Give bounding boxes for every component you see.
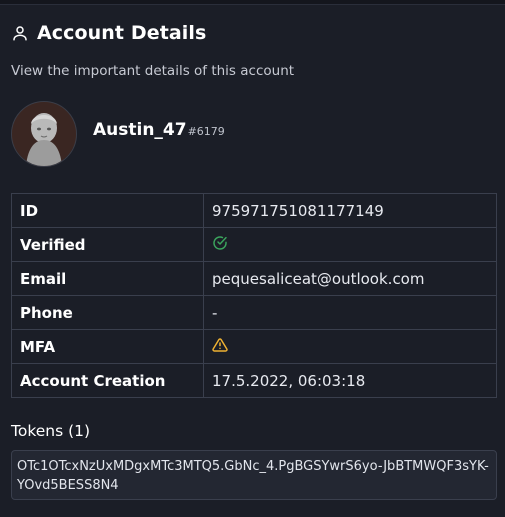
table-row: ID 975971751081177149	[11, 193, 497, 228]
row-key: Email	[11, 261, 204, 296]
row-value: 975971751081177149	[203, 193, 497, 228]
header: Account Details	[11, 22, 206, 44]
table-row: Account Creation 17.5.2022, 06:03:18	[11, 363, 497, 398]
row-value: -	[203, 295, 497, 330]
table-row: MFA	[11, 329, 497, 364]
row-value	[203, 227, 497, 262]
top-edge	[0, 0, 505, 5]
page-subtitle: View the important details of this accou…	[11, 63, 295, 79]
row-key: Verified	[11, 227, 204, 262]
row-key: Account Creation	[11, 363, 204, 398]
row-key: Phone	[11, 295, 204, 330]
token-value[interactable]: OTc1OTcxNzUxMDgxMTc3MTQ5.GbNc_4.PgBGSYwr…	[11, 450, 497, 500]
user-icon	[11, 24, 29, 42]
row-value: 17.5.2022, 06:03:18	[203, 363, 497, 398]
table-row: Email pequesaliceat@outlook.com	[11, 261, 497, 296]
table-row: Phone -	[11, 295, 497, 330]
username-text: Austin_47	[93, 120, 187, 140]
warning-icon	[212, 337, 228, 357]
row-value: pequesaliceat@outlook.com	[203, 261, 497, 296]
check-circle-icon	[212, 235, 228, 255]
tokens-title: Tokens (1)	[11, 422, 91, 440]
page-title: Account Details	[37, 22, 207, 44]
row-value	[203, 329, 497, 364]
avatar	[11, 101, 77, 167]
table-row: Verified	[11, 227, 497, 262]
username: Austin_47#6179	[93, 120, 225, 140]
details-table: ID 975971751081177149 Verified Email peq…	[11, 193, 497, 398]
row-key: MFA	[11, 329, 204, 364]
row-key: ID	[11, 193, 204, 228]
discriminator: #6179	[187, 125, 225, 138]
profile: Austin_47#6179	[11, 101, 225, 167]
